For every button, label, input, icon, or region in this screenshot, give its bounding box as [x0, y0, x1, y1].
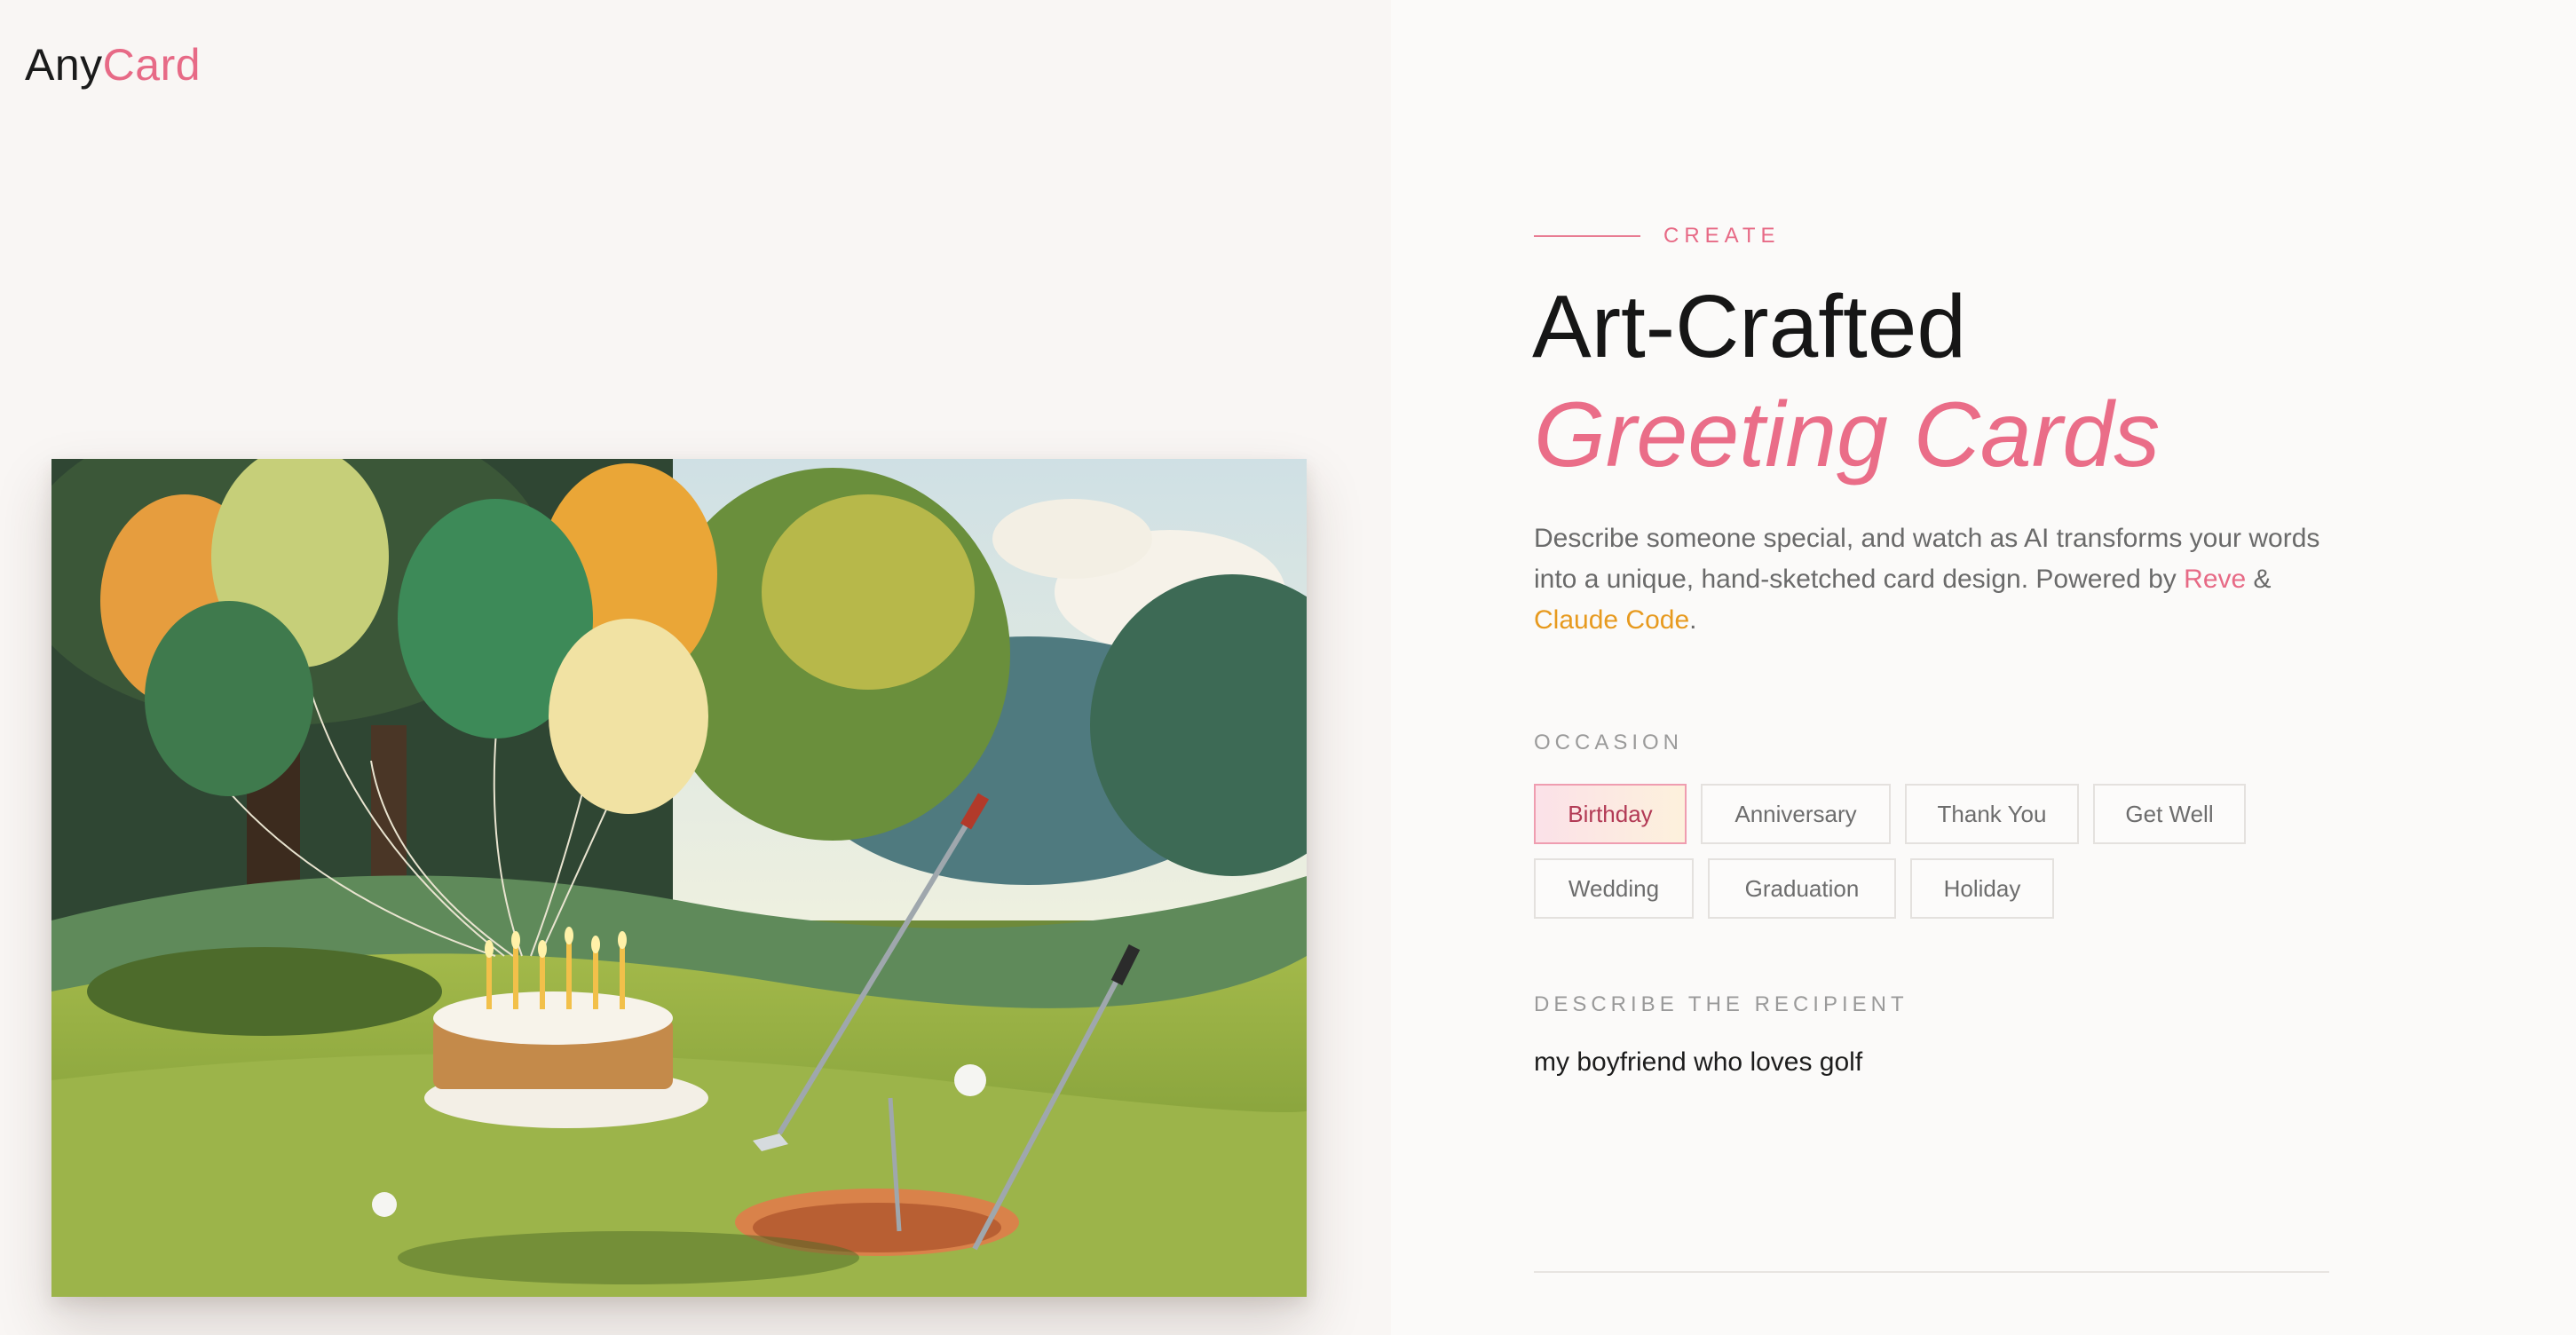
reve-link[interactable]: Reve: [2184, 565, 2246, 594]
occasion-chip-anniversary[interactable]: Anniversary: [1701, 784, 1891, 844]
occasion-chip-thank-you[interactable]: Thank You: [1905, 784, 2079, 844]
balloon-green: [145, 601, 313, 796]
logo[interactable]: AnyCard: [25, 39, 201, 91]
hero-description: Describe someone special, and watch as A…: [1534, 518, 2359, 641]
occasion-chip-graduation[interactable]: Graduation: [1708, 858, 1896, 919]
cake-icing: [433, 991, 673, 1045]
input-underline: [1534, 1271, 2329, 1273]
eyebrow-text: CREATE: [1663, 224, 1781, 248]
page-title-line-1: Art-Crafted: [1532, 277, 1967, 376]
occasion-chip-holiday[interactable]: Holiday: [1910, 858, 2054, 919]
period: .: [1689, 605, 1697, 635]
card-illustration: [51, 459, 1307, 1297]
occasion-chips-row-1: Birthday Anniversary Thank You Get Well: [1534, 784, 2246, 844]
right-panel: [1391, 0, 2576, 1335]
eyebrow: CREATE: [1534, 224, 1781, 249]
golf-ball: [954, 1064, 986, 1096]
tree-highlight: [762, 494, 975, 690]
shadow: [398, 1231, 859, 1284]
occasion-chip-wedding[interactable]: Wedding: [1534, 858, 1694, 919]
balloon-cream: [549, 619, 708, 814]
recipient-label: DESCRIBE THE RECIPIENT: [1534, 992, 1908, 1016]
occasion-chips-row-2: Wedding Graduation Holiday: [1534, 858, 2054, 919]
golf-ball: [372, 1192, 397, 1217]
page-title-line-2: Greeting Cards: [1534, 383, 2161, 486]
eyebrow-rule: [1534, 235, 1640, 237]
card-preview-image: [51, 459, 1307, 1297]
cloud: [992, 499, 1152, 579]
occasion-chip-get-well[interactable]: Get Well: [2093, 784, 2246, 844]
logo-part-2: Card: [102, 40, 201, 90]
bushes: [87, 947, 442, 1036]
logo-part-1: Any: [25, 40, 103, 90]
ampersand: &: [2246, 565, 2272, 594]
occasion-chip-birthday[interactable]: Birthday: [1534, 784, 1687, 844]
claude-code-link[interactable]: Claude Code: [1534, 605, 1689, 635]
occasion-label: OCCASION: [1534, 731, 1684, 754]
recipient-input[interactable]: [1534, 1047, 2333, 1078]
